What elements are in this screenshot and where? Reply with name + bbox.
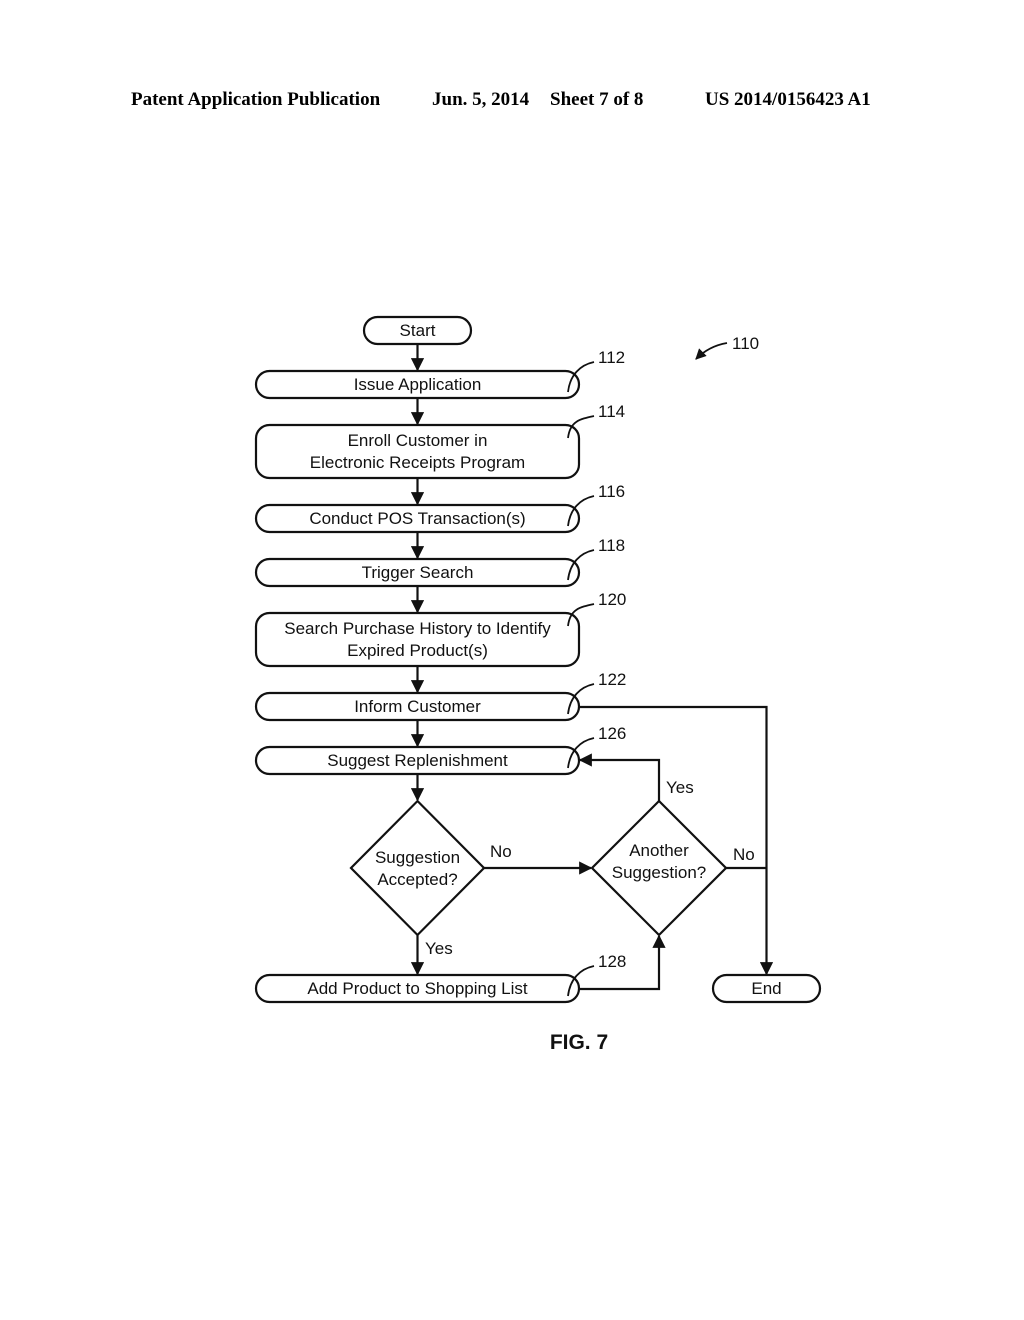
step-inform-customer: Inform Customer xyxy=(254,691,581,722)
step-label: Issue Application xyxy=(354,375,482,394)
figure-pointer-arrow xyxy=(695,342,728,360)
ref-numeral: 114 xyxy=(598,402,625,421)
branch-label-yes: Yes xyxy=(425,939,453,958)
start-terminal: Start xyxy=(362,315,473,346)
decision-suggestion-accepted: Suggestion Accepted? xyxy=(349,799,486,937)
ref-numeral: 116 xyxy=(598,482,625,501)
ref-numeral: 112 xyxy=(598,348,625,367)
branch-label-no: No xyxy=(490,842,512,861)
step-conduct-pos-transactions: Conduct POS Transaction(s) xyxy=(254,503,581,534)
decision-another-suggestion: Another Suggestion? xyxy=(590,799,728,937)
start-label: Start xyxy=(400,321,436,340)
branch-label-no: No xyxy=(733,845,755,864)
step-label: Expired Product(s) xyxy=(347,641,488,660)
ref-numeral: 122 xyxy=(598,670,626,689)
step-label: Inform Customer xyxy=(354,697,481,716)
step-label: Trigger Search xyxy=(362,563,474,582)
step-label: Add Product to Shopping List xyxy=(307,979,527,998)
decision-label: Another xyxy=(629,841,689,860)
step-add-product-to-shopping-list: Add Product to Shopping List xyxy=(254,973,581,1004)
step-trigger-search: Trigger Search xyxy=(254,557,581,588)
ref-numeral: 118 xyxy=(598,536,625,555)
ref-numeral: 128 xyxy=(598,952,626,971)
step-issue-application: Issue Application xyxy=(254,369,581,400)
decision-label: Accepted? xyxy=(377,870,457,889)
decision-label: Suggestion? xyxy=(612,863,707,882)
figure-ref-numeral: 110 xyxy=(732,334,759,353)
flowchart: Start Issue Application Enroll Customer … xyxy=(254,315,822,1054)
step-label: Suggest Replenishment xyxy=(327,751,508,770)
step-label: Conduct POS Transaction(s) xyxy=(309,509,525,528)
branch-label-yes: Yes xyxy=(666,778,694,797)
decision-label: Suggestion xyxy=(375,848,460,867)
end-terminal: End xyxy=(711,973,822,1004)
step-label: Electronic Receipts Program xyxy=(310,453,525,472)
ref-numeral: 126 xyxy=(598,724,626,743)
end-label: End xyxy=(751,979,781,998)
step-enroll-customer: Enroll Customer in Electronic Receipts P… xyxy=(254,423,581,480)
figure-label: FIG. 7 xyxy=(550,1031,608,1054)
step-search-purchase-history: Search Purchase History to Identify Expi… xyxy=(254,611,581,668)
step-label: Search Purchase History to Identify xyxy=(284,619,551,638)
arrow-yes-another xyxy=(578,753,661,801)
ref-numeral: 120 xyxy=(598,590,626,609)
step-suggest-replenishment: Suggest Replenishment xyxy=(254,745,581,776)
step-label: Enroll Customer in xyxy=(348,431,488,450)
